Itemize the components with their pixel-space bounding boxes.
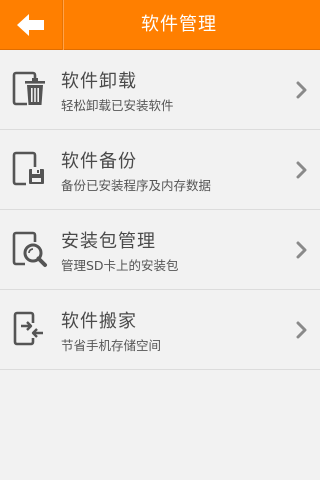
package-search-icon: [12, 231, 47, 267]
trash-icon: [12, 71, 45, 106]
chevron-right-icon: [296, 81, 307, 99]
chevron-right-icon: [296, 321, 307, 339]
menu-list: 软件卸载 轻松卸载已安装软件 软件备份 备份已安装程序及内存数据 安装包管理 管…: [0, 50, 320, 370]
menu-item-title: 软件备份: [61, 151, 137, 172]
page-title: 软件管理: [141, 14, 217, 35]
menu-item-subtitle: 轻松卸载已安装软件: [61, 98, 174, 113]
menu-item-uninstall[interactable]: 软件卸载 轻松卸载已安装软件: [0, 50, 320, 130]
chevron-right-icon: [296, 241, 307, 259]
menu-item-title: 软件卸载: [61, 71, 137, 92]
menu-item-subtitle: 备份已安装程序及内存数据: [61, 178, 212, 193]
menu-item-backup[interactable]: 软件备份 备份已安装程序及内存数据: [0, 130, 320, 210]
backup-icon: [12, 151, 44, 186]
menu-item-package-manager[interactable]: 安装包管理 管理SD卡上的安装包: [0, 210, 320, 290]
menu-item-subtitle: 管理SD卡上的安装包: [61, 258, 179, 273]
menu-item-move[interactable]: 软件搬家 节省手机存储空间: [0, 290, 320, 370]
menu-item-title: 安装包管理: [61, 231, 156, 252]
back-button[interactable]: [0, 0, 62, 50]
menu-item-subtitle: 节省手机存储空间: [61, 338, 162, 353]
title-bar: 软件管理: [0, 0, 320, 50]
chevron-right-icon: [296, 161, 307, 179]
move-icon: [13, 311, 43, 346]
arrow-left-icon: [17, 14, 44, 36]
menu-item-title: 软件搬家: [61, 311, 137, 332]
